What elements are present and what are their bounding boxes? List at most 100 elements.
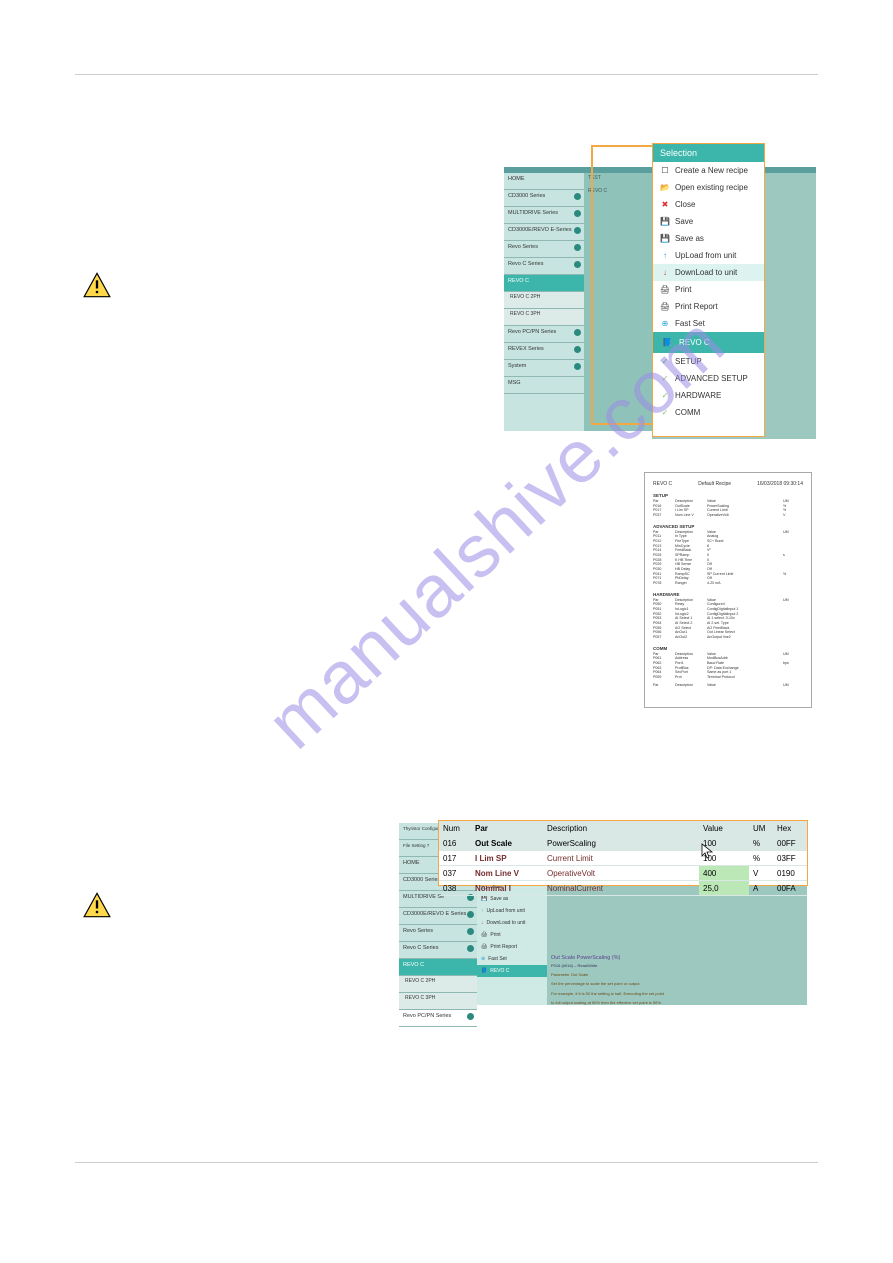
col-value: Value	[699, 821, 749, 835]
expand-dot-icon	[574, 261, 581, 268]
expand-dot-icon	[467, 911, 474, 918]
expand-dot-icon	[574, 244, 581, 251]
menu-item-comm[interactable]: ✓COMM	[653, 404, 764, 421]
expand-dot-icon	[467, 928, 474, 935]
detail-title: Out Scale PowerScaling (%)	[547, 951, 807, 961]
col-desc: Description	[543, 821, 699, 835]
check-icon: ✓	[660, 357, 670, 367]
fast-set-table-zoom: Num Par Description Value UM Hex 016 Out…	[438, 820, 808, 886]
sidebar-item[interactable]: MSG	[504, 377, 584, 394]
page-bottom-rule	[75, 1162, 818, 1163]
table-row[interactable]: 037 Nom Line V OperativeVolt 400 V 0190	[439, 866, 807, 881]
sidebar-item[interactable]: Revo Series	[504, 241, 584, 258]
expand-dot-icon	[574, 346, 581, 353]
menu-item-advanced-setup[interactable]: ✓ADVANCED SETUP	[653, 370, 764, 387]
sidebar-item[interactable]: MULTIDRIVE Series	[504, 207, 584, 224]
menu-item-setup[interactable]: ✓SETUP	[653, 353, 764, 370]
sidebar-subitem[interactable]: REVO C 3PH	[504, 309, 584, 326]
table-row[interactable]: 016 Out Scale PowerScaling 100 % 00FF	[439, 836, 807, 851]
fastset-icon: ⊕	[660, 319, 670, 329]
caution-icon	[83, 272, 111, 298]
detail-sub: P016 (#016) – Read/Write	[547, 961, 807, 970]
sidebar-subitem[interactable]: REVO C 3PH	[399, 993, 477, 1010]
save-as-icon: 💾	[660, 234, 670, 244]
app-sidebar: HOME CD3000 Series MULTIDRIVE Series CD3…	[504, 173, 584, 431]
sidebar-item[interactable]: Revo C Series	[399, 942, 477, 959]
menu-item-download[interactable]: ↓DownLoad to unit	[653, 264, 764, 281]
sidebar-subitem[interactable]: REVO C 2PH	[399, 976, 477, 993]
expand-dot-icon	[467, 1013, 474, 1020]
menu-item-save-as[interactable]: 💾Save as	[653, 230, 764, 247]
open-folder-icon: 📂	[660, 183, 670, 193]
report-section: HARDWARE	[653, 592, 803, 597]
menu-item-revo-c-footer[interactable]: 📘REVO C	[477, 965, 547, 977]
sidebar-subitem[interactable]: REVO C 2PH	[504, 292, 584, 309]
detail-text: Parameter Out Scale	[547, 970, 807, 979]
menu-item-print-report[interactable]: 🖨Print Report	[477, 941, 547, 953]
col-um: UM	[749, 821, 773, 835]
sidebar-item-active[interactable]: REVO C	[399, 959, 477, 976]
print-report-preview: REVO C Default Recipe 16/03/2018 09:30:1…	[644, 472, 812, 708]
sidebar-item[interactable]: HOME	[504, 173, 584, 190]
report-section: ADVANCED SETUP	[653, 524, 803, 529]
sidebar-item[interactable]: CD3000E/REVO E-Series	[504, 224, 584, 241]
detail-text: to full output scaling at 50% then the e…	[547, 998, 807, 1007]
menu-item-save[interactable]: 💾Save	[653, 213, 764, 230]
caution-icon	[83, 892, 111, 918]
menu-item-fast-set[interactable]: ⊕Fast Set	[477, 953, 547, 965]
detail-text: For example, if it is 50 the setting is …	[547, 989, 807, 998]
col-par: Par	[471, 821, 543, 835]
sidebar-item[interactable]: REVEX Series	[504, 343, 584, 360]
expand-dot-icon	[574, 227, 581, 234]
menu-item-upload[interactable]: ↑UpLoad from unit	[653, 247, 764, 264]
sidebar-item-active[interactable]: REVO C	[504, 275, 584, 292]
sidebar-item[interactable]: CD3000E/REVO E Series	[399, 908, 477, 925]
detail-text: Set the percentage to scale the set poin…	[547, 979, 807, 988]
print-report-icon: 🖨	[660, 302, 670, 312]
check-icon: ✓	[660, 374, 670, 384]
menu-item-revo-c[interactable]: 📘REVO C	[653, 332, 764, 353]
menu-item-close[interactable]: ✖Close	[653, 196, 764, 213]
menu-item-upload[interactable]: ↑UpLoad from unit	[477, 905, 547, 917]
page-top-rule	[75, 74, 818, 75]
check-icon: ✓	[660, 391, 670, 401]
menu-item-print[interactable]: 🖨Print	[477, 929, 547, 941]
table-row[interactable]: 038 Nominal I NominalCurrent 25,0 A 00FA	[439, 881, 807, 896]
sidebar-item[interactable]: CD3000 Series	[504, 190, 584, 207]
col-num: Num	[439, 821, 471, 835]
expand-dot-icon	[574, 329, 581, 336]
sidebar-item[interactable]: Revo Series	[399, 925, 477, 942]
menu-item-print[interactable]: 🖨Print	[653, 281, 764, 298]
menu-item-fast-set[interactable]: ⊕Fast Set	[653, 315, 764, 332]
close-icon: ✖	[660, 200, 670, 210]
new-icon: ☐	[660, 166, 670, 176]
menu-item-download[interactable]: ↓DownLoad to unit	[477, 917, 547, 929]
selection-menu-title: Selection	[653, 144, 764, 162]
menu-item-print-report[interactable]: 🖨Print Report	[653, 298, 764, 315]
upload-icon: ↑	[660, 251, 670, 261]
expand-dot-icon	[574, 193, 581, 200]
check-icon: ✓	[660, 408, 670, 418]
download-icon: ↓	[660, 268, 670, 278]
expand-dot-icon	[467, 945, 474, 952]
print-icon: 🖨	[660, 285, 670, 295]
col-hex: Hex	[773, 821, 807, 835]
menu-item-create-recipe[interactable]: ☐Create a New recipe	[653, 162, 764, 179]
report-header: REVO C Default Recipe 16/03/2018 09:30:1…	[653, 481, 803, 487]
expand-dot-icon	[574, 210, 581, 217]
menu-item-open-recipe[interactable]: 📂Open existing recipe	[653, 179, 764, 196]
sidebar-item[interactable]: Revo PC/PN Series	[504, 326, 584, 343]
table-row[interactable]: 017 I Lim SP Current Limit 100 % 03FF	[439, 851, 807, 866]
panel-text: TEST	[584, 173, 652, 186]
sidebar-item[interactable]: Revo PC/PN Series	[399, 1010, 477, 1027]
menu-item-hardware[interactable]: ✓HARDWARE	[653, 387, 764, 404]
sidebar-item[interactable]: Revo C Series	[504, 258, 584, 275]
app-middle-panel: TEST REVO C	[584, 173, 652, 431]
expand-dot-icon	[574, 363, 581, 370]
sidebar-item[interactable]: System	[504, 360, 584, 377]
panel-text: REVO C	[584, 186, 652, 199]
table-header-row: Num Par Description Value UM Hex	[439, 821, 807, 836]
report-section: COMM	[653, 646, 803, 651]
report-section: SETUP	[653, 493, 803, 498]
screenshot-configurator-1: HOME CD3000 Series MULTIDRIVE Series CD3…	[504, 143, 816, 439]
